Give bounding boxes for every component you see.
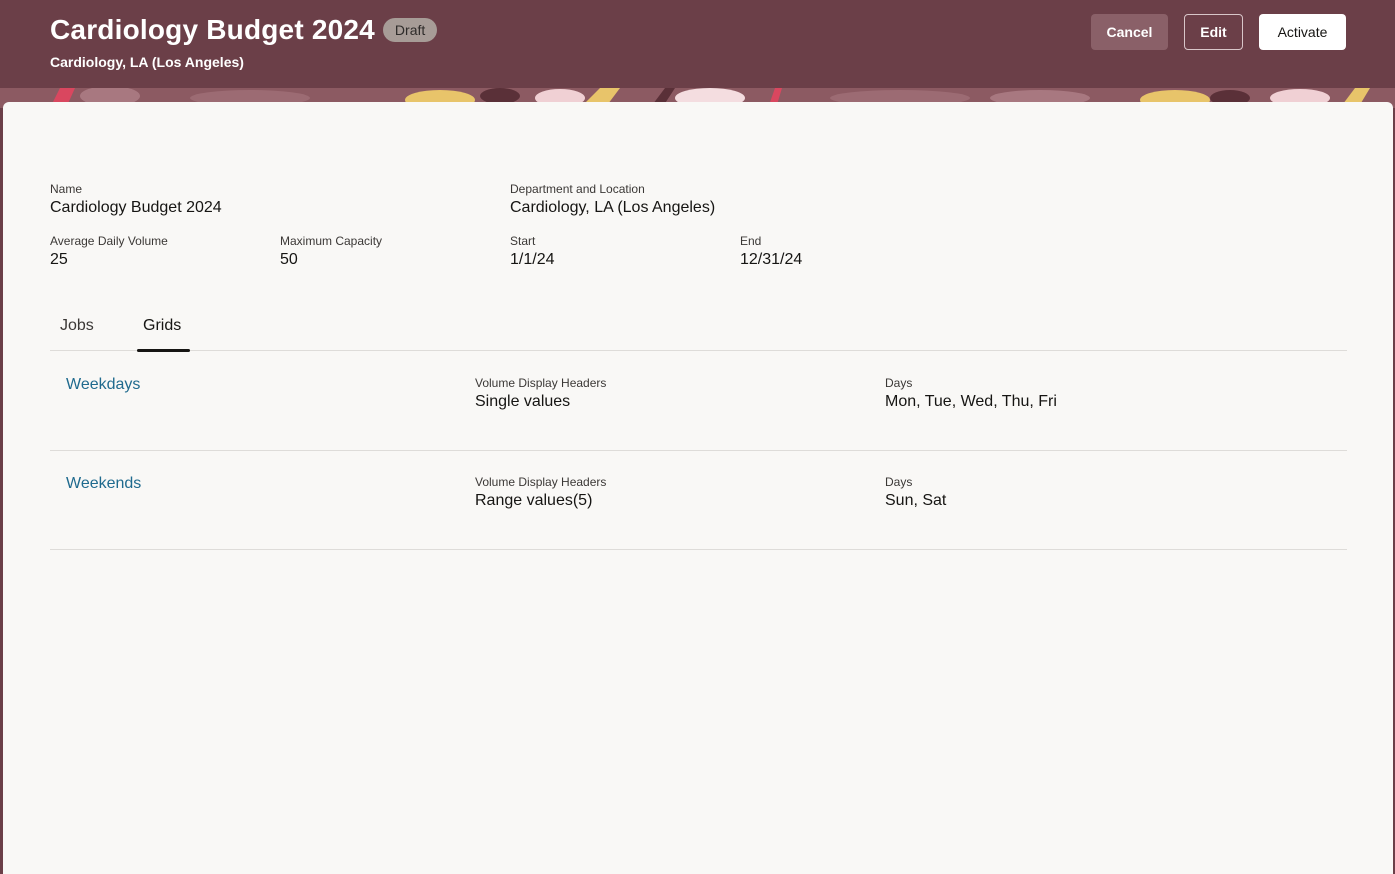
name-field: Name Cardiology Budget 2024 (50, 182, 222, 218)
header-actions: Cancel Edit Activate (1091, 14, 1346, 50)
volume-headers-label: Volume Display Headers (475, 376, 607, 390)
avg-daily-volume-label: Average Daily Volume (50, 234, 168, 248)
title-row: Cardiology Budget 2024 Draft (50, 14, 438, 46)
end-date-label: End (740, 234, 762, 248)
days-value: Sun, Sat (885, 492, 947, 509)
start-date-label: Start (510, 234, 536, 248)
status-badge: Draft (382, 18, 438, 42)
grid-row: Weekends Volume Display Headers Range va… (50, 451, 1347, 550)
activate-button[interactable]: Activate (1259, 14, 1346, 50)
department-value: Cardiology, LA (Los Angeles) (510, 199, 716, 216)
volume-headers-label: Volume Display Headers (475, 475, 607, 489)
tab-jobs[interactable]: Jobs (60, 316, 94, 336)
max-capacity-value: 50 (280, 251, 298, 268)
days-column: Days Sun, Sat (885, 475, 946, 511)
volume-headers-value: Range values(5) (475, 492, 593, 509)
name-value: Cardiology Budget 2024 (50, 199, 222, 216)
tab-bar: Jobs Grids (50, 296, 1347, 352)
end-date-value: 12/31/24 (740, 251, 803, 268)
tab-grids[interactable]: Grids (143, 316, 181, 336)
department-field: Department and Location Cardiology, LA (… (510, 182, 715, 218)
volume-headers-column: Volume Display Headers Range values(5) (475, 475, 606, 511)
start-date-value: 1/1/24 (510, 251, 555, 268)
page-subtitle: Cardiology, LA (Los Angeles) (50, 54, 244, 70)
days-value: Mon, Tue, Wed, Thu, Fri (885, 393, 1057, 410)
avg-daily-volume-field: Average Daily Volume 25 (50, 234, 168, 270)
end-date-field: End 12/31/24 (740, 234, 802, 270)
avg-daily-volume-value: 25 (50, 251, 68, 268)
days-column: Days Mon, Tue, Wed, Thu, Fri (885, 376, 1057, 412)
cancel-button[interactable]: Cancel (1091, 14, 1168, 50)
max-capacity-label: Maximum Capacity (280, 234, 383, 248)
grid-link-weekends[interactable]: Weekends (66, 475, 141, 493)
days-label: Days (885, 376, 913, 390)
name-label: Name (50, 182, 83, 196)
edit-button[interactable]: Edit (1184, 14, 1243, 50)
volume-headers-value: Single values (475, 393, 571, 410)
detail-panel: Name Cardiology Budget 2024 Department a… (3, 102, 1393, 874)
grid-link-weekdays[interactable]: Weekdays (66, 376, 140, 394)
department-label: Department and Location (510, 182, 645, 196)
days-label: Days (885, 475, 913, 489)
grid-row: Weekdays Volume Display Headers Single v… (50, 351, 1347, 451)
page-title: Cardiology Budget 2024 (50, 14, 375, 45)
start-date-field: Start 1/1/24 (510, 234, 554, 270)
max-capacity-field: Maximum Capacity 50 (280, 234, 382, 270)
volume-headers-column: Volume Display Headers Single values (475, 376, 606, 412)
